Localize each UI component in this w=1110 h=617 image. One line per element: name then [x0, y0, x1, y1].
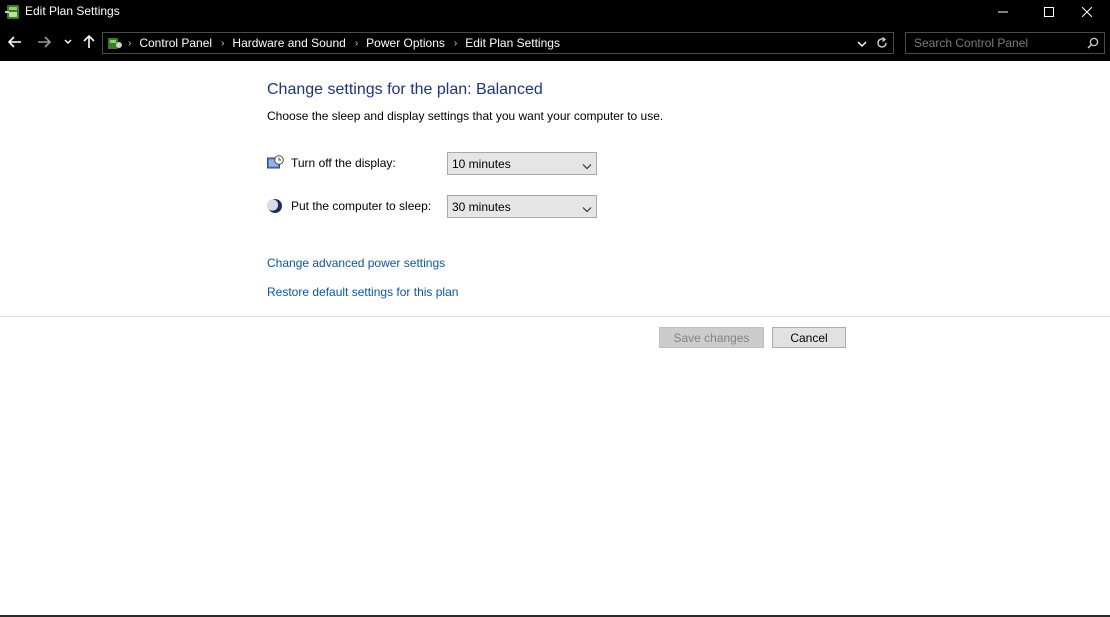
search-box[interactable] — [905, 32, 1105, 54]
breadcrumb-separator-icon: › — [128, 37, 132, 49]
main-content: Change settings for the plan: Balanced C… — [0, 61, 1110, 617]
minimize-button[interactable] — [980, 0, 1026, 24]
search-icon[interactable] — [1087, 37, 1099, 52]
display-off-dropdown[interactable]: 10 minutes — [447, 152, 597, 175]
arrow-left-icon — [8, 36, 21, 48]
advanced-power-settings-link[interactable]: Change advanced power settings — [267, 256, 445, 270]
display-off-label: Turn off the display: — [291, 156, 396, 170]
maximize-icon — [1044, 7, 1054, 17]
save-changes-button[interactable]: Save changes — [659, 327, 764, 348]
address-bar[interactable]: › Control Panel › Hardware and Sound › P… — [102, 32, 894, 54]
search-input[interactable] — [906, 33, 1082, 53]
minimize-icon — [998, 11, 1008, 13]
address-history-button[interactable] — [857, 37, 867, 51]
up-button[interactable] — [80, 33, 98, 51]
title-bar: Edit Plan Settings — [0, 0, 1110, 24]
breadcrumb-edit-plan-settings[interactable]: Edit Plan Settings — [465, 36, 560, 50]
page-description: Choose the sleep and display settings th… — [267, 109, 664, 123]
display-clock-icon — [267, 155, 284, 171]
breadcrumb-hardware-and-sound[interactable]: Hardware and Sound — [232, 36, 345, 50]
chevron-down-icon — [582, 159, 592, 173]
chevron-down-icon — [582, 202, 592, 216]
page-title: Change settings for the plan: Balanced — [267, 81, 543, 98]
navigation-bar: › Control Panel › Hardware and Sound › P… — [0, 24, 1110, 61]
restore-defaults-link[interactable]: Restore default settings for this plan — [267, 285, 458, 299]
breadcrumb-control-panel[interactable]: Control Panel — [139, 36, 212, 50]
breadcrumb-separator-icon: › — [221, 37, 225, 49]
breadcrumb-separator-icon: › — [453, 37, 458, 49]
display-off-value: 10 minutes — [452, 157, 511, 171]
forward-button[interactable] — [35, 33, 53, 51]
breadcrumb: › Control Panel › Hardware and Sound › P… — [128, 36, 569, 50]
arrow-up-icon — [83, 35, 95, 48]
chevron-down-icon — [64, 39, 72, 44]
close-button[interactable] — [1064, 0, 1110, 24]
sleep-value: 30 minutes — [452, 200, 511, 214]
sleep-dropdown[interactable]: 30 minutes — [447, 195, 597, 218]
control-panel-icon — [106, 35, 124, 51]
sleep-label: Put the computer to sleep: — [291, 199, 432, 213]
sleep-moon-icon — [266, 198, 284, 214]
cancel-button[interactable]: Cancel — [772, 327, 846, 348]
recent-locations-button[interactable] — [62, 33, 74, 51]
refresh-button[interactable] — [876, 36, 888, 53]
power-options-icon — [5, 3, 21, 21]
divider — [0, 316, 1110, 317]
refresh-icon — [877, 36, 887, 48]
close-icon — [1082, 7, 1092, 17]
window-title: Edit Plan Settings — [25, 4, 120, 18]
back-button[interactable] — [6, 33, 24, 51]
breadcrumb-separator-icon: › — [354, 37, 359, 49]
arrow-right-icon — [38, 36, 51, 48]
chevron-down-icon — [857, 41, 867, 47]
breadcrumb-power-options[interactable]: Power Options — [366, 36, 445, 50]
